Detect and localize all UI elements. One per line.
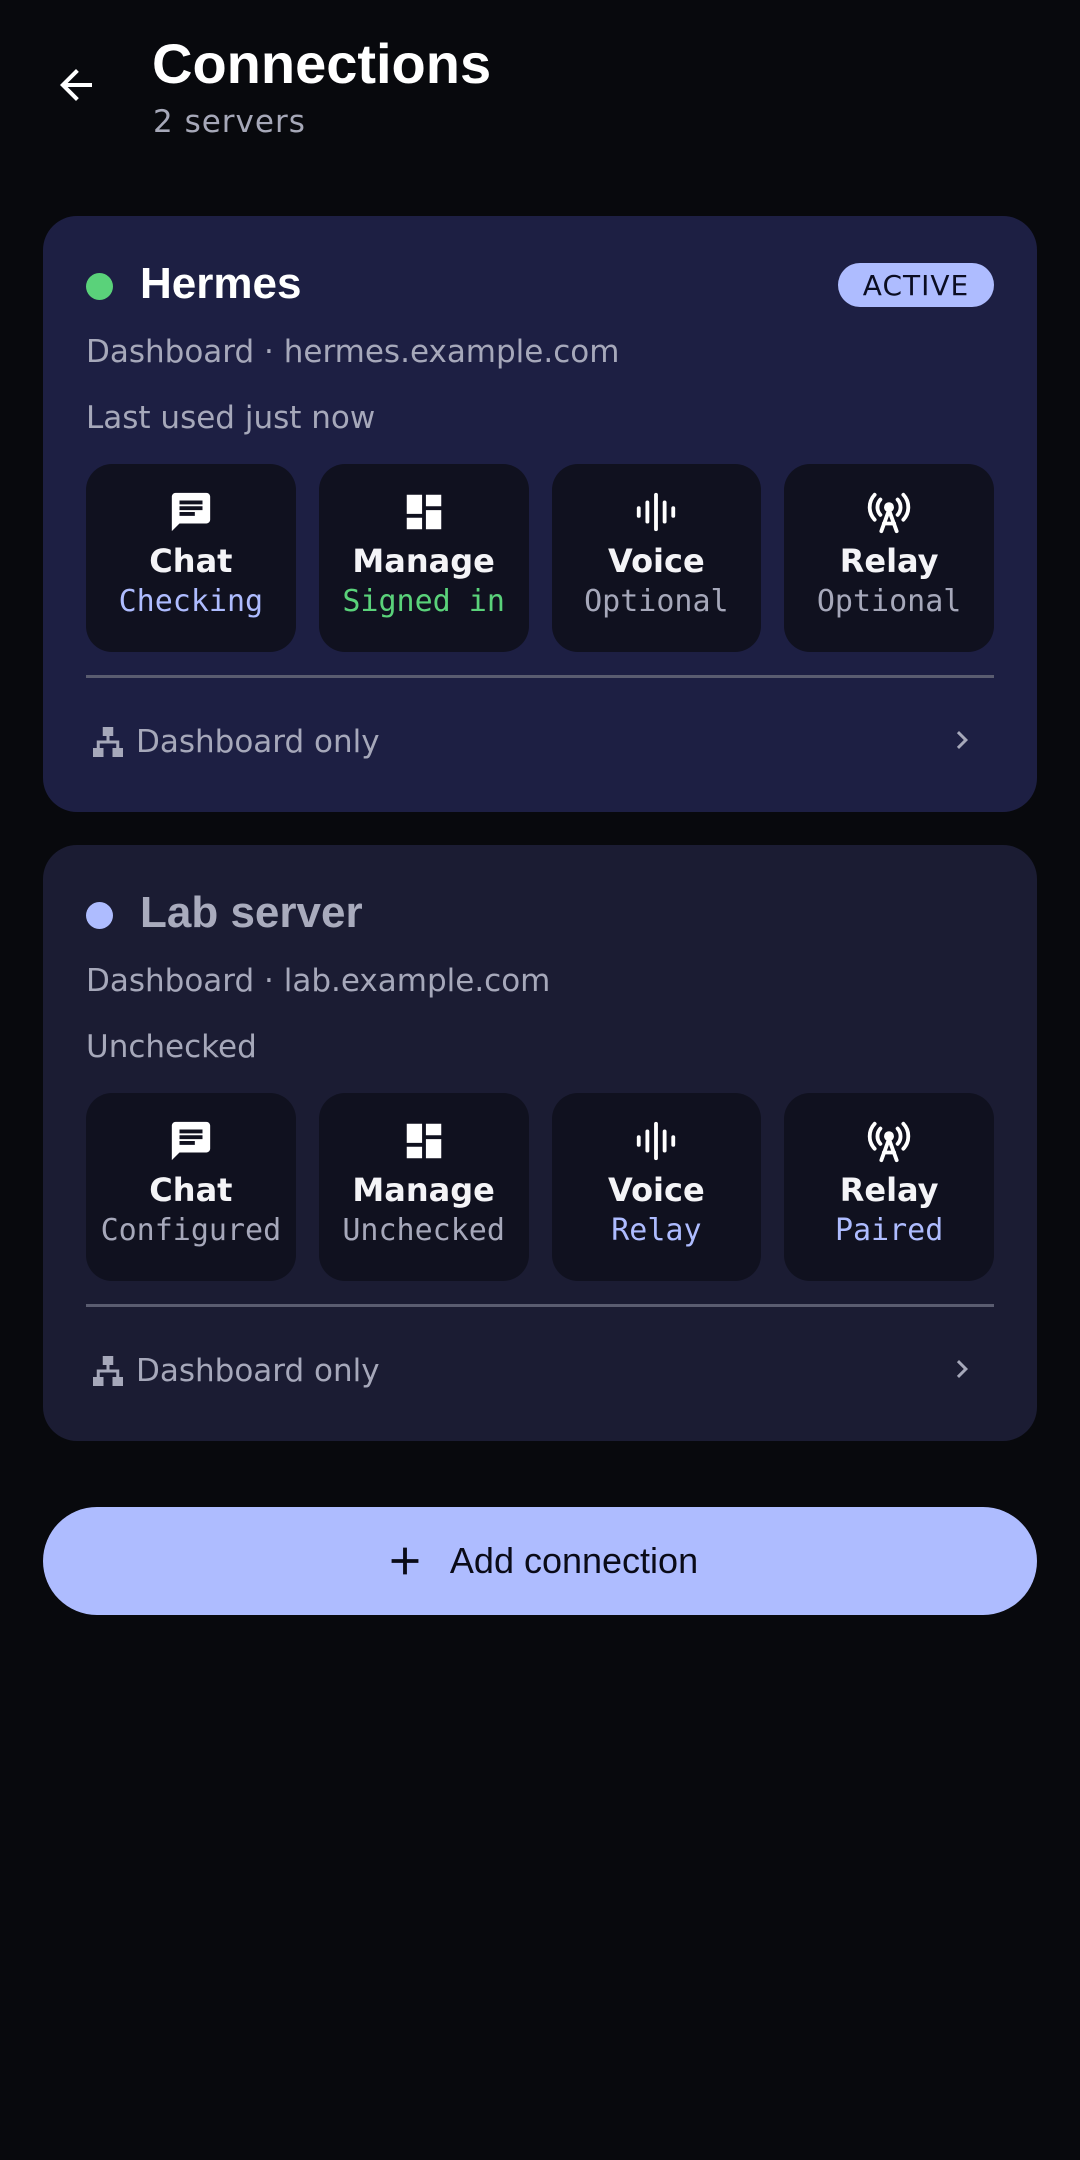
last-used-text: Last used just now <box>86 400 376 436</box>
tile-chat[interactable]: Chat Checking <box>86 464 296 652</box>
chevron-right-icon <box>956 1360 968 1378</box>
capability-tiles: Chat Checking Manage Signed in Voice Opt… <box>86 464 994 652</box>
tile-voice[interactable]: Voice Optional <box>551 464 762 652</box>
waveform-icon <box>632 488 680 536</box>
connection-name: Lab server <box>140 888 363 937</box>
divider <box>86 1304 994 1307</box>
dashboard-icon <box>400 1117 448 1165</box>
antenna-icon <box>865 488 913 536</box>
waveform-icon <box>632 1117 680 1165</box>
tile-status: Configured <box>100 1213 282 1248</box>
connection-card-lab-server[interactable]: Lab server Dashboard · lab.example.com U… <box>43 845 1037 1441</box>
status-dot <box>86 902 113 929</box>
tile-label: Relay <box>839 542 939 580</box>
tile-relay[interactable]: Relay Paired <box>784 1093 994 1281</box>
tile-status: Signed in <box>342 584 505 619</box>
antenna-icon <box>865 1117 913 1165</box>
tile-label: Chat <box>149 542 233 580</box>
page-title: Connections <box>152 32 492 95</box>
tile-status: Unchecked <box>342 1213 505 1248</box>
tile-label: Voice <box>608 1171 705 1209</box>
connection-address: Dashboard · lab.example.com <box>86 963 551 999</box>
chat-icon <box>167 1117 215 1165</box>
tile-relay[interactable]: Relay Optional <box>784 464 994 652</box>
tile-label: Relay <box>839 1171 939 1209</box>
tile-status: Checking <box>118 584 264 619</box>
tile-label: Voice <box>608 542 705 580</box>
capability-tiles: Chat Configured Manage Unchecked Voice R… <box>86 1093 994 1281</box>
chevron-right-icon <box>956 731 968 749</box>
tile-manage[interactable]: Manage Unchecked <box>318 1093 529 1281</box>
connection-mode-row[interactable]: Dashboard only <box>86 1335 994 1407</box>
connection-address: Dashboard · hermes.example.com <box>86 334 620 370</box>
connection-mode-label: Dashboard only <box>136 724 380 760</box>
divider <box>86 675 994 678</box>
last-used-text: Unchecked <box>86 1029 257 1065</box>
plus-icon <box>391 1547 419 1575</box>
connection-card-hermes[interactable]: Hermes ACTIVE Dashboard · hermes.example… <box>43 216 1037 812</box>
tile-status: Relay <box>611 1213 702 1248</box>
page-subtitle: 2 servers <box>153 104 306 140</box>
tile-voice[interactable]: Voice Relay <box>551 1093 762 1281</box>
add-connection-label: Add connection <box>449 1540 699 1581</box>
tile-status: Optional <box>584 584 729 619</box>
tile-label: Chat <box>149 1171 233 1209</box>
tile-label: Manage <box>352 1171 495 1209</box>
network-icon <box>93 1356 123 1386</box>
active-badge: ACTIVE <box>838 263 994 307</box>
connection-mode-label: Dashboard only <box>136 1353 380 1389</box>
network-icon <box>93 727 123 757</box>
status-dot <box>86 273 113 300</box>
tile-chat[interactable]: Chat Configured <box>86 1093 296 1281</box>
add-connection-button[interactable]: Add connection <box>43 1507 1037 1615</box>
dashboard-icon <box>400 488 448 536</box>
connection-name: Hermes <box>140 259 302 308</box>
back-button[interactable] <box>46 55 106 115</box>
tile-manage[interactable]: Manage Signed in <box>318 464 529 652</box>
arrow-back-icon <box>60 69 92 101</box>
chat-icon <box>167 488 215 536</box>
tile-label: Manage <box>352 542 495 580</box>
app-header: Connections 2 servers <box>0 0 1080 160</box>
tile-status: Paired <box>834 1213 944 1248</box>
tile-status: Optional <box>816 584 962 619</box>
connection-mode-row[interactable]: Dashboard only <box>86 706 994 778</box>
